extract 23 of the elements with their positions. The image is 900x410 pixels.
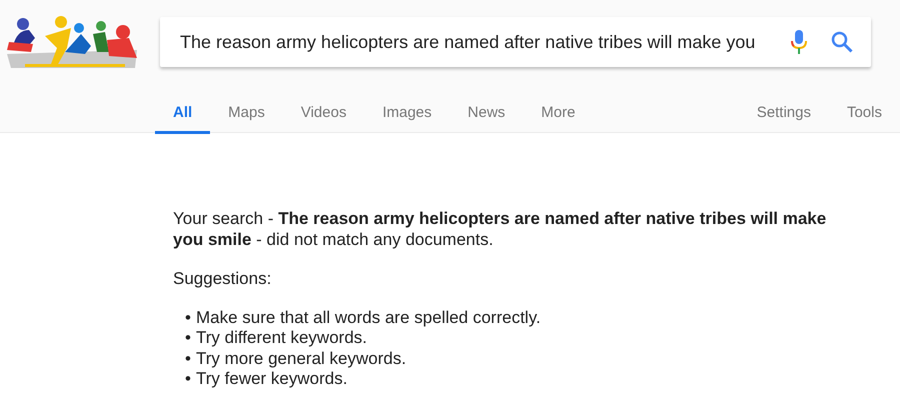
suggestion-text: Try more general keywords.: [196, 348, 406, 369]
nav-tab[interactable]: News: [450, 96, 524, 134]
logo-drawing[interactable]: [5, 16, 140, 68]
suggestions-heading: Suggestions:: [173, 268, 272, 290]
search-icon[interactable]: [831, 31, 853, 53]
tool-link[interactable]: Tools: [828, 96, 900, 134]
search-field[interactable]: The reason army helicopters are named after native tribes will make you: [178, 28, 775, 56]
suggestion-text: Try fewer keywords.: [196, 369, 348, 390]
suggestion-text: Make sure that all words are spelled correctly.: [196, 308, 541, 328]
bullet: •: [185, 369, 192, 390]
bullet: •: [185, 308, 192, 328]
bullet: •: [185, 348, 192, 369]
bullet: •: [185, 328, 192, 348]
nav-tab[interactable]: Videos: [282, 96, 364, 134]
suggestion-text: Try different keywords.: [196, 328, 368, 348]
nav-tab[interactable]: More: [523, 96, 594, 134]
search-bar[interactable]: The reason army helicopters are named after native tribes will make you: [160, 17, 871, 67]
nav-tab[interactable]: All: [155, 96, 210, 134]
nav-tab[interactable]: Maps: [210, 96, 283, 134]
nav-tab[interactable]: Images: [364, 96, 450, 134]
microphone-icon[interactable]: [791, 30, 807, 54]
tool-link[interactable]: Settings: [738, 96, 829, 134]
no-results-message: Your search - The reason army helicopters are named after native tribes will make you smile - did not match any documents.: [173, 208, 828, 250]
